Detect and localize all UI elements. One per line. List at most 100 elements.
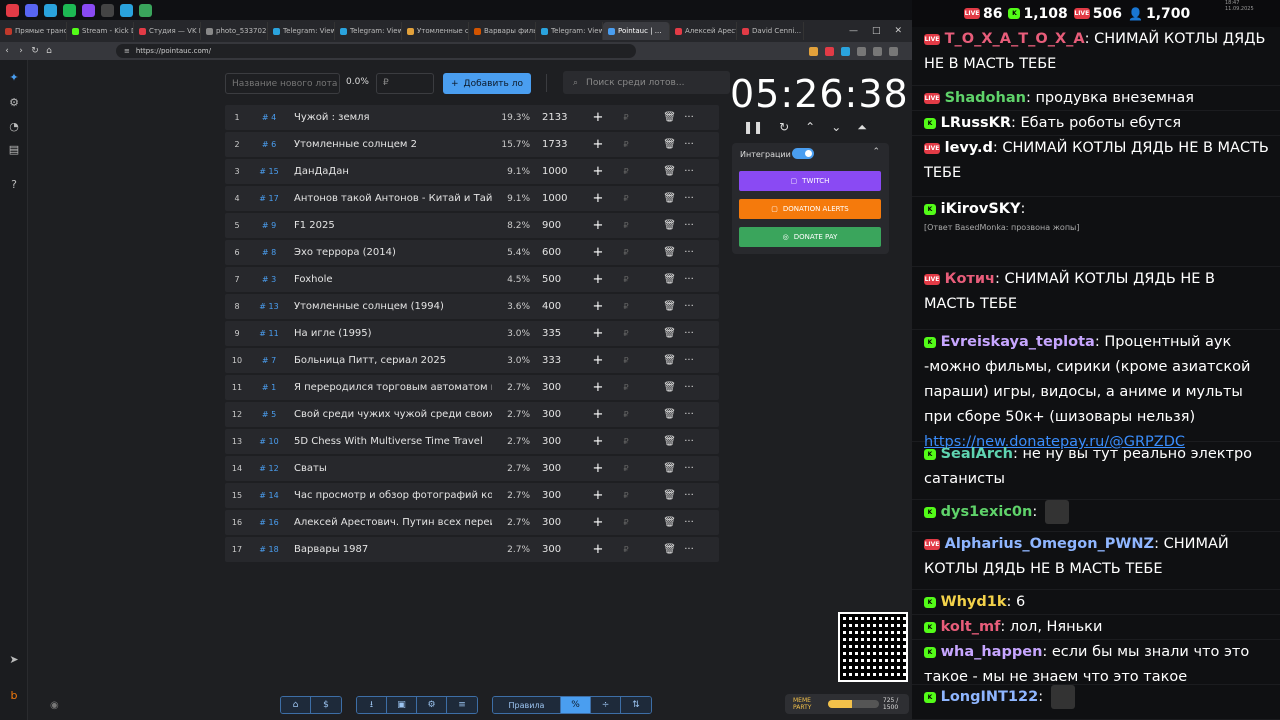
percent-icon[interactable]: % [561,697,591,713]
chat-nick[interactable]: kolt_mf [941,619,1001,635]
trash-icon[interactable]: 🗑 [636,544,676,555]
browser-tab[interactable]: David Cenni... [737,22,804,40]
add-amount-icon[interactable]: + [580,191,616,206]
dollar-icon[interactable]: $ [311,697,341,713]
trash-icon[interactable]: 🗑 [636,463,676,474]
lot-name[interactable]: 5D Chess With Multiverse Time Travel [289,436,492,447]
close-icon[interactable]: ✕ [894,26,902,36]
integrations-toggle[interactable] [792,148,814,159]
donate-pay-button[interactable]: ◎ DONATE PAY [739,227,881,247]
lot-name[interactable]: F1 2025 [289,220,492,231]
lot-amount[interactable]: 300 [530,544,580,555]
browser-tab[interactable]: Алексей Арест... [670,22,737,40]
new-lot-amount-input[interactable]: ₽ [376,73,434,94]
more-icon[interactable]: ··· [676,247,702,258]
maximize-icon[interactable]: □ [872,26,881,36]
lot-name[interactable]: Эхо террора (2014) [289,247,492,258]
forward-icon[interactable]: › [14,46,28,56]
lot-name[interactable]: Больница Питт, сериал 2025 [289,355,492,366]
extension-icon[interactable] [889,46,898,56]
chat-nick[interactable]: Evreiskaya_teplota [941,334,1095,350]
more-icon[interactable]: ··· [676,409,702,420]
lot-amount[interactable]: 335 [530,328,580,339]
extension-icon[interactable] [857,46,866,56]
add-amount-icon[interactable]: + [580,110,616,125]
url-field[interactable]: ≡ https://pointauc.com/ [116,44,636,58]
reload-icon[interactable]: ↻ [28,46,42,56]
download-icon[interactable]: ⭳ [357,697,387,713]
more-icon[interactable]: ··· [676,490,702,501]
add-amount-icon[interactable]: + [580,488,616,503]
new-lot-name-input[interactable] [225,73,340,94]
discord-icon[interactable] [25,3,38,17]
browser-tab[interactable]: Pointauc | ... [603,22,670,40]
lot-amount[interactable]: 300 [530,490,580,501]
lot-name[interactable]: Свой среди чужих чужой среди своих [289,409,492,420]
lot-amount[interactable]: 1000 [530,193,580,204]
chat-nick[interactable]: SealArch [941,446,1013,462]
lot-amount[interactable]: 400 [530,301,580,312]
lot-amount[interactable]: 300 [530,517,580,528]
add-amount-icon[interactable]: + [580,164,616,179]
settings-icon[interactable]: ⚙ [417,697,447,713]
lot-name[interactable]: Foxhole [289,274,492,285]
add-amount-icon[interactable]: + [580,407,616,422]
extension-icon[interactable] [825,46,834,56]
chat-nick[interactable]: LongINT122 [941,689,1039,705]
chevron-down-icon[interactable]: ⌄ [831,120,841,135]
chat-nick[interactable]: Whyd1k [941,594,1007,610]
sort-icon[interactable]: ⇅ [621,697,651,713]
trash-icon[interactable]: 🗑 [636,517,676,528]
lot-amount[interactable]: 300 [530,436,580,447]
lot-name[interactable]: Я переродился торговым автоматом и ск [289,382,492,393]
add-amount-icon[interactable]: + [580,218,616,233]
chat-nick[interactable]: Shadohan [945,90,1026,106]
chat-nick[interactable]: T_O_X_A_T_O_X_A [945,31,1085,47]
lot-amount[interactable]: 900 [530,220,580,231]
trash-icon[interactable]: 🗑 [636,112,676,123]
lot-amount[interactable]: 1733 [530,139,580,150]
extension-icon[interactable] [841,46,850,56]
more-icon[interactable]: ··· [676,544,702,555]
more-icon[interactable]: ··· [676,166,702,177]
wheel-icon[interactable]: ◔ [8,121,20,133]
extension-icon[interactable] [809,46,818,56]
lot-name[interactable]: Алексей Арестович. Путин всех переигра [289,517,492,528]
steam-icon[interactable] [44,3,57,17]
add-amount-icon[interactable]: + [580,353,616,368]
hammer-icon[interactable]: ✦ [8,72,20,84]
chat-nick[interactable]: dys1exic0n [941,504,1033,520]
telegram-icon[interactable] [120,3,133,17]
chevron-up-icon[interactable]: ⌃ [805,120,815,135]
telegram-icon[interactable]: ➤ [8,654,20,666]
more-icon[interactable]: ··· [676,139,702,150]
trash-icon[interactable]: 🗑 [636,328,676,339]
more-icon[interactable]: ··· [676,301,702,312]
twitch-button[interactable]: ▢ TWITCH [739,171,881,191]
trash-icon[interactable]: 🗑 [636,193,676,204]
chat-nick[interactable]: iKirovSKY [941,201,1021,217]
browser-tab[interactable]: photo_533702... [201,22,268,40]
chat-nick[interactable]: levy.d [945,140,993,156]
lot-name[interactable]: Утомленные солнцем 2 [289,139,492,150]
lot-amount[interactable]: 300 [530,463,580,474]
save-icon[interactable]: ▣ [387,697,417,713]
browser-tab[interactable]: Telegram: View... [268,22,335,40]
lot-amount[interactable]: 333 [530,355,580,366]
chat-nick[interactable]: Котич [945,271,995,287]
twitch-icon[interactable] [82,3,95,17]
home-icon[interactable]: ⌂ [42,46,56,56]
browser-tab[interactable]: Студия — VK В. [134,22,201,40]
more-icon[interactable]: ··· [676,463,702,474]
trash-icon[interactable]: 🗑 [636,220,676,231]
trash-icon[interactable]: 🗑 [636,274,676,285]
app-icon[interactable] [101,3,114,17]
browser-tab[interactable]: Варвары филь... [469,22,536,40]
gear-icon[interactable]: ⚙ [8,97,20,109]
lot-name[interactable]: Сваты [289,463,492,474]
reset-icon[interactable]: ↻ [779,120,789,135]
rules-button[interactable]: Правила [493,697,561,713]
donation-alerts-button[interactable]: ▢ DONATION ALERTS [739,199,881,219]
add-amount-icon[interactable]: + [580,272,616,287]
lot-name[interactable]: Антонов такой Антонов - Китай и Тайвань [289,193,492,204]
